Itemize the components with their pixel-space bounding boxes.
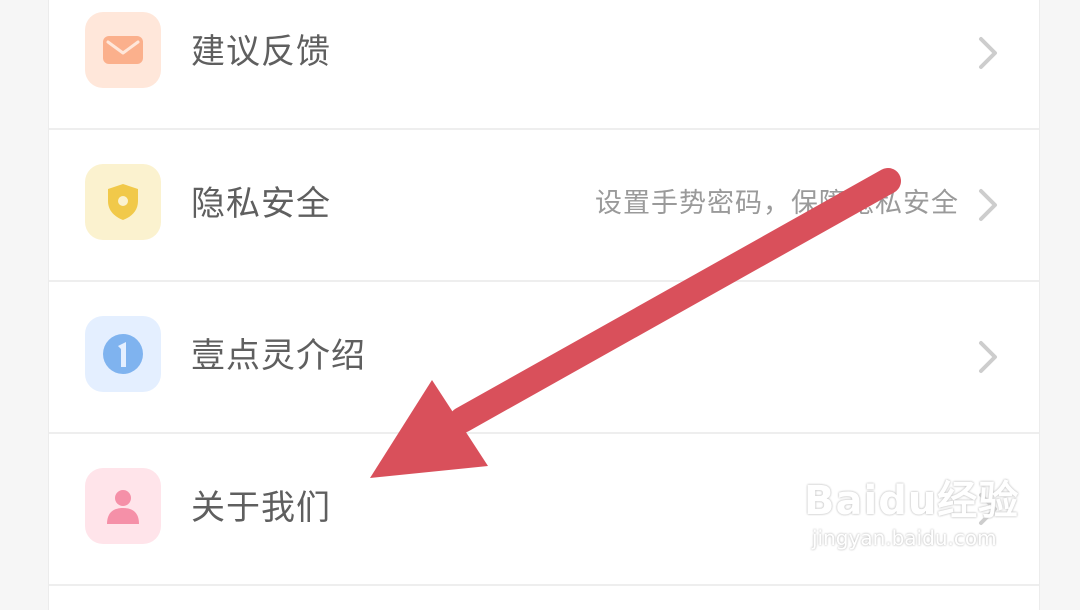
baidu-watermark: Baidu经验 jingyan.baidu.com (804, 468, 1024, 560)
watermark-url: jingyan.baidu.com (812, 526, 997, 550)
watermark-logo: Baidu经验 (804, 478, 1020, 524)
